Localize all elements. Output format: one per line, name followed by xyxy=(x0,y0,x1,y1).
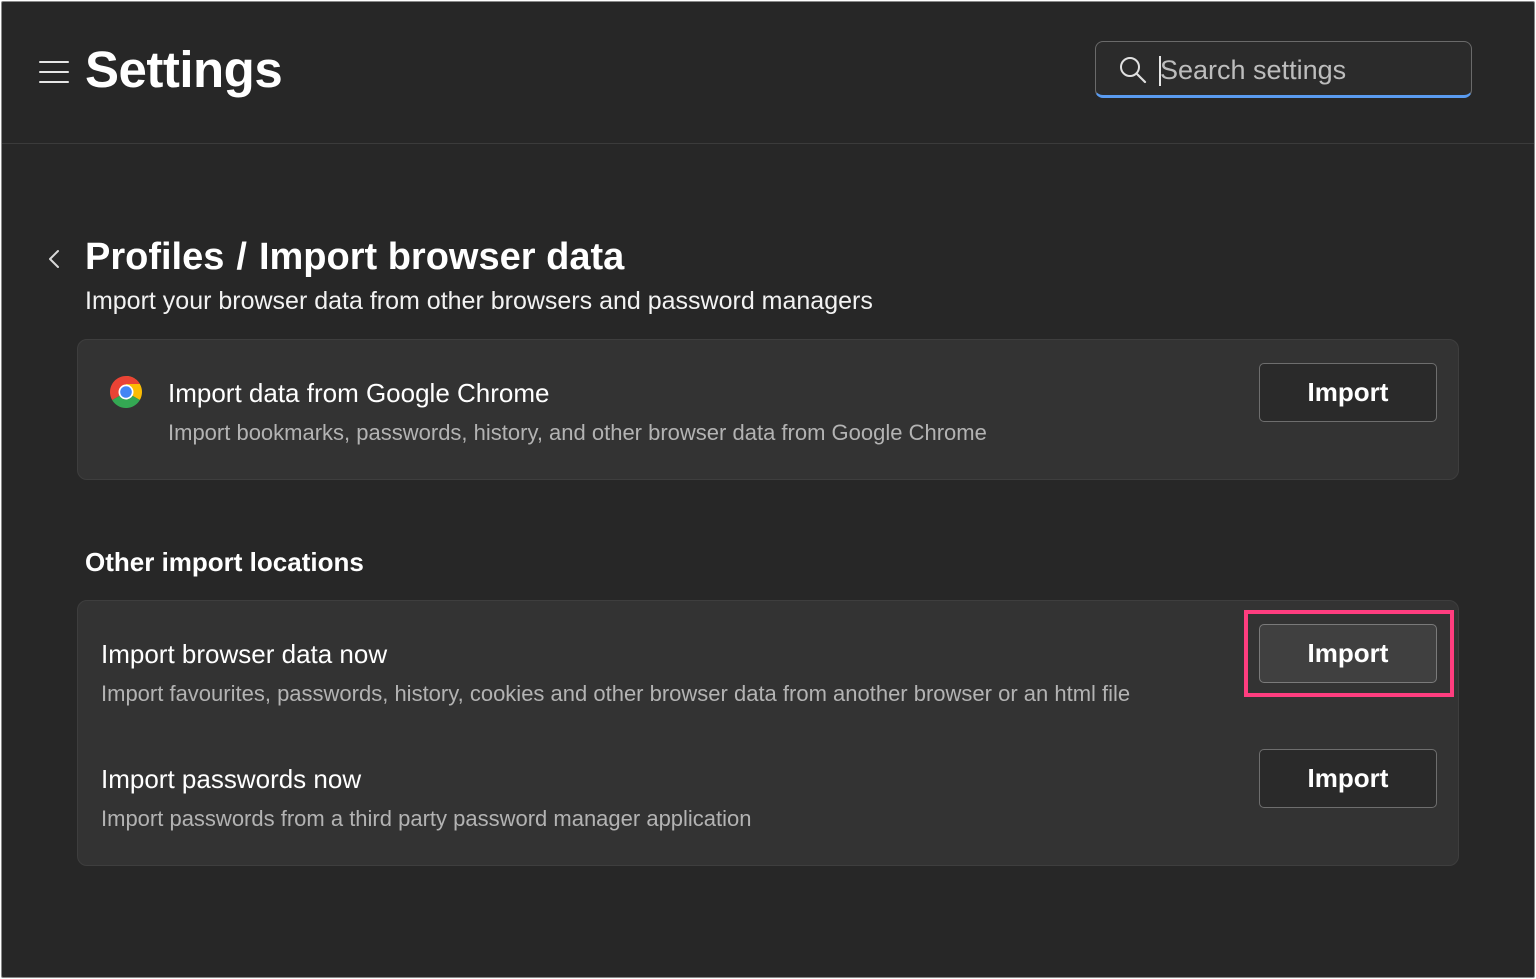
other-import-locations-heading: Other import locations xyxy=(85,547,364,577)
search-input[interactable] xyxy=(1160,52,1450,88)
import-passwords-description: Import passwords from a third party pass… xyxy=(101,806,752,831)
settings-header: Settings xyxy=(2,2,1534,144)
other-import-locations-card: Import browser data now Import favourite… xyxy=(77,600,1459,866)
breadcrumb-current: Import browser data xyxy=(258,236,625,278)
import-passwords-button[interactable]: Import xyxy=(1259,749,1437,808)
search-icon xyxy=(1120,57,1147,84)
chrome-import-description: Import bookmarks, passwords, history, an… xyxy=(168,420,987,445)
import-passwords-title: Import passwords now xyxy=(101,764,362,794)
import-browser-data-description: Import favourites, passwords, history, c… xyxy=(101,681,1131,706)
chrome-logo-icon xyxy=(109,376,143,409)
chrome-import-card: Import data from Google Chrome Import bo… xyxy=(77,339,1459,480)
breadcrumb-parent[interactable]: Profiles xyxy=(85,236,224,278)
page-title: Settings xyxy=(85,41,283,98)
back-chevron-icon[interactable] xyxy=(46,248,62,270)
import-browser-data-button[interactable]: Import xyxy=(1259,624,1437,683)
settings-window: Settings Profiles / Import browser data Im… xyxy=(1,1,1535,978)
chrome-import-title: Import data from Google Chrome xyxy=(168,378,550,408)
hamburger-menu-icon[interactable] xyxy=(39,60,69,84)
import-browser-data-title: Import browser data now xyxy=(101,639,388,669)
import-chrome-button[interactable]: Import xyxy=(1259,363,1437,422)
page-subtitle: Import your browser data from other brow… xyxy=(85,287,873,315)
search-box[interactable] xyxy=(1095,41,1472,98)
breadcrumb-separator: / xyxy=(236,236,247,278)
breadcrumb: Profiles / Import browser data xyxy=(85,236,624,279)
